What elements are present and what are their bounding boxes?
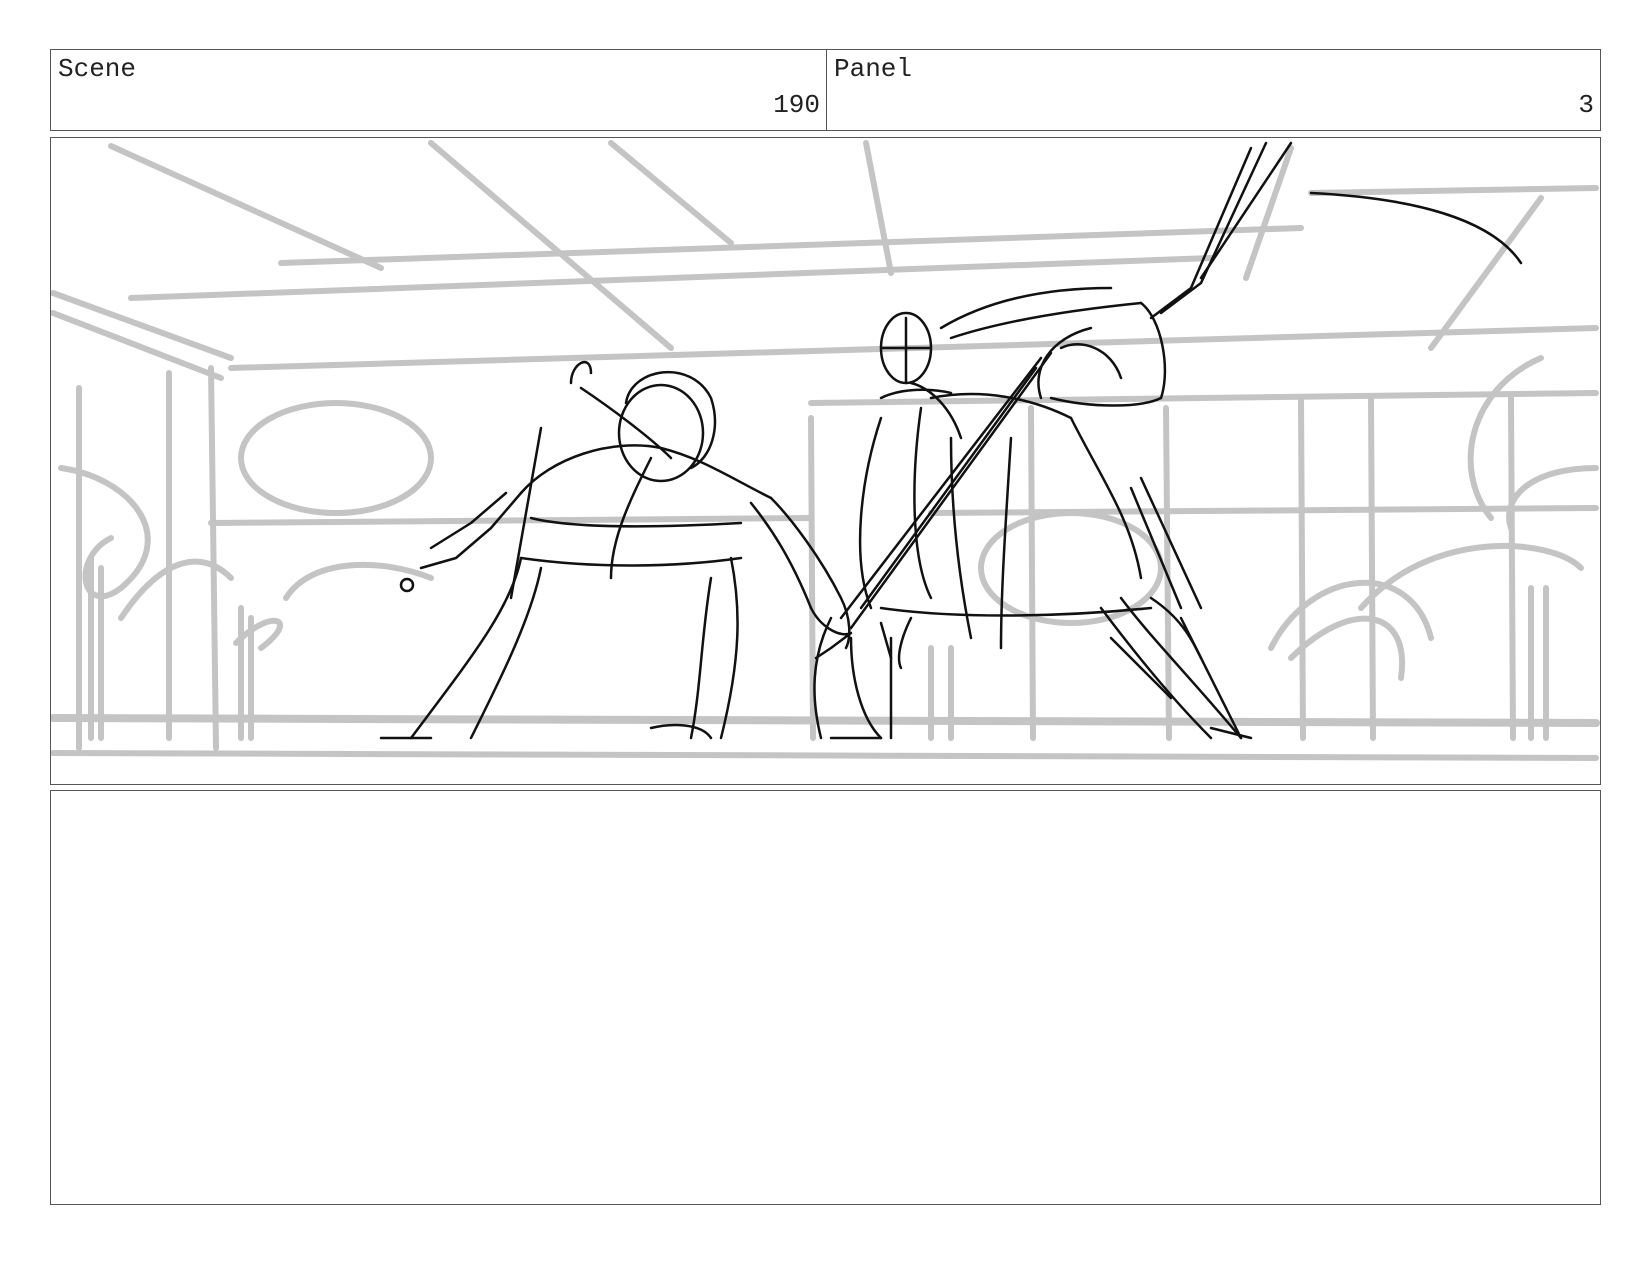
- scene-cell: Scene 190: [51, 50, 827, 130]
- panel-cell: Panel 3: [827, 50, 1600, 130]
- notes-box: [50, 790, 1601, 1205]
- panel-label: Panel: [834, 54, 913, 84]
- sword-fight-sketch: [51, 140, 1600, 761]
- storyboard-frame: [50, 137, 1601, 785]
- background-sketch: [51, 140, 1600, 761]
- storyboard-header: Scene 190 Panel 3: [50, 49, 1601, 131]
- scene-number: 190: [773, 90, 820, 120]
- panel-number: 3: [1578, 90, 1594, 120]
- left-fighter-sketch: [379, 360, 853, 740]
- scene-label: Scene: [58, 54, 137, 84]
